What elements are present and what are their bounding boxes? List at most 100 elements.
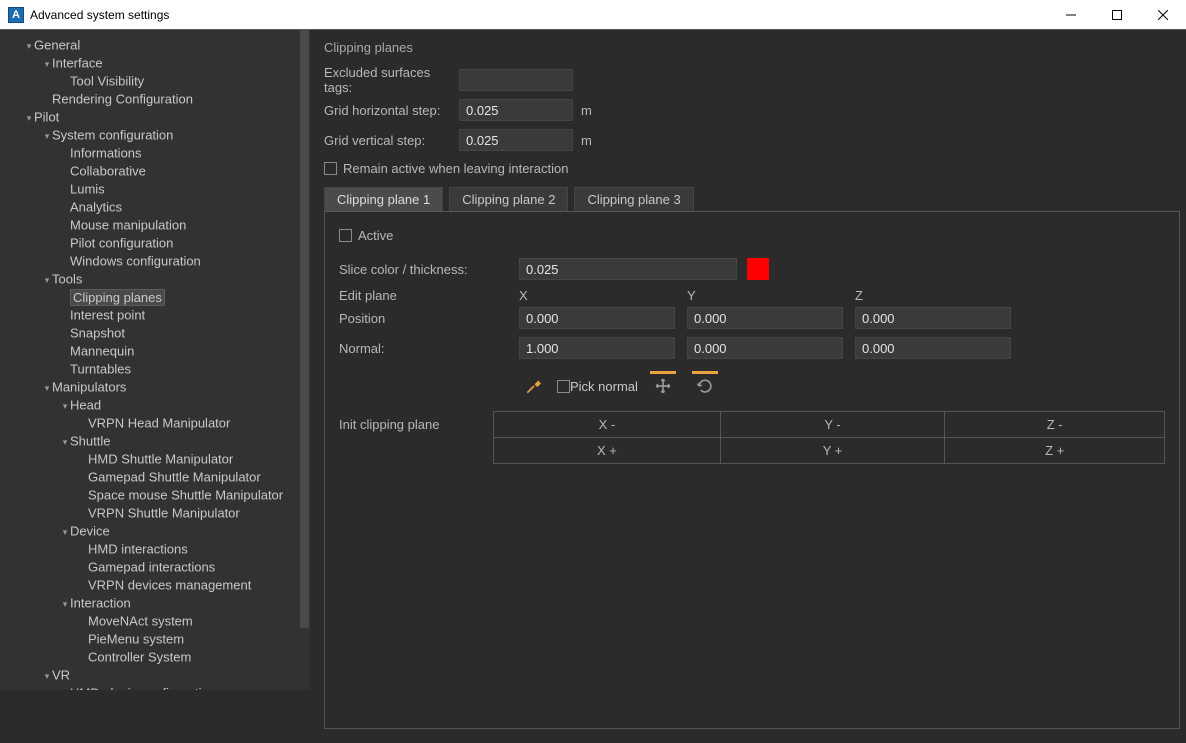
tree-item-label: Rendering Configuration — [52, 92, 193, 107]
window-title: Advanced system settings — [30, 8, 169, 22]
tree-item[interactable]: Informations — [0, 144, 310, 162]
expander-icon[interactable]: ▾ — [60, 595, 70, 613]
tree-item[interactable]: VRPN Head Manipulator — [0, 414, 310, 432]
sidebar: ▾General▾InterfaceTool VisibilityRenderi… — [0, 30, 310, 690]
tree-item[interactable]: Mouse manipulation — [0, 216, 310, 234]
init-y-minus-button[interactable]: Y - — [720, 412, 944, 438]
tree-item[interactable]: Lumis — [0, 180, 310, 198]
minimize-button[interactable] — [1048, 0, 1094, 30]
remain-active-label: Remain active when leaving interaction — [343, 161, 568, 176]
tree-item[interactable]: ▾Interaction — [0, 594, 310, 612]
tree-item-label: Collaborative — [70, 164, 146, 179]
pick-normal-checkbox[interactable] — [557, 380, 570, 393]
tree-item[interactable]: Pilot configuration — [0, 234, 310, 252]
init-z-plus-button[interactable]: Z + — [945, 438, 1165, 464]
tree-item-label: VRPN Head Manipulator — [88, 416, 230, 431]
init-x-minus-button[interactable]: X - — [494, 412, 721, 438]
expander-icon[interactable]: ▾ — [60, 523, 70, 541]
slice-color-label: Slice color / thickness: — [339, 262, 519, 277]
init-x-plus-button[interactable]: X + — [494, 438, 721, 464]
tree-item[interactable]: Turntables — [0, 360, 310, 378]
init-y-plus-button[interactable]: Y + — [720, 438, 944, 464]
tree-item[interactable]: Mannequin — [0, 342, 310, 360]
tree-item[interactable]: HMD interactions — [0, 540, 310, 558]
tab-clipping-plane-3[interactable]: Clipping plane 3 — [574, 187, 693, 211]
tree-item[interactable]: HMD Shuttle Manipulator — [0, 450, 310, 468]
expander-icon[interactable]: ▾ — [24, 109, 34, 127]
tree-item-label: Interaction — [70, 596, 131, 611]
grid-vertical-label: Grid vertical step: — [324, 133, 459, 148]
normal-x-input[interactable] — [519, 337, 675, 359]
expander-icon[interactable]: ▾ — [42, 379, 52, 397]
tree-item[interactable]: PieMenu system — [0, 630, 310, 648]
expander-icon[interactable]: ▾ — [42, 127, 52, 145]
expander-icon[interactable]: ▾ — [42, 271, 52, 289]
expander-icon[interactable]: ▾ — [24, 37, 34, 55]
position-y-input[interactable] — [687, 307, 843, 329]
tree-item[interactable]: Gamepad Shuttle Manipulator — [0, 468, 310, 486]
tree-item[interactable]: ▾Head — [0, 396, 310, 414]
grid-vertical-input[interactable] — [459, 129, 573, 151]
reset-icon[interactable] — [690, 371, 720, 401]
tree-item-label: Head — [70, 398, 101, 413]
close-button[interactable] — [1140, 0, 1186, 30]
grid-horizontal-label: Grid horizontal step: — [324, 103, 459, 118]
move-icon[interactable] — [648, 371, 678, 401]
normal-z-input[interactable] — [855, 337, 1011, 359]
tree-item[interactable]: Gamepad interactions — [0, 558, 310, 576]
tree-item[interactable]: VRPN Shuttle Manipulator — [0, 504, 310, 522]
normal-y-input[interactable] — [687, 337, 843, 359]
settings-tree[interactable]: ▾General▾InterfaceTool VisibilityRenderi… — [0, 30, 310, 690]
eyedropper-icon[interactable] — [519, 371, 549, 401]
excluded-surfaces-input[interactable] — [459, 69, 573, 91]
position-x-input[interactable] — [519, 307, 675, 329]
tree-item[interactable]: ▾Interface — [0, 54, 310, 72]
expander-icon[interactable]: ▾ — [60, 397, 70, 415]
remain-active-checkbox[interactable] — [324, 162, 337, 175]
tree-item-label: General — [34, 38, 80, 53]
tree-item[interactable]: ▾Manipulators — [0, 378, 310, 396]
init-z-minus-button[interactable]: Z - — [945, 412, 1165, 438]
tree-item[interactable]: MoveNAct system — [0, 612, 310, 630]
tree-item[interactable]: ▾Tools — [0, 270, 310, 288]
sidebar-scrollbar-thumb[interactable] — [300, 30, 309, 628]
tree-item[interactable]: ▾VR — [0, 666, 310, 684]
tree-item[interactable]: ▾Pilot — [0, 108, 310, 126]
tree-item[interactable]: Space mouse Shuttle Manipulator — [0, 486, 310, 504]
tree-item[interactable]: Tool Visibility — [0, 72, 310, 90]
tree-item[interactable]: Controller System — [0, 648, 310, 666]
tree-item[interactable]: Analytics — [0, 198, 310, 216]
grid-horizontal-input[interactable] — [459, 99, 573, 121]
tree-item-label: Snapshot — [70, 326, 125, 341]
tree-item-label: VRPN devices management — [88, 578, 251, 593]
tree-item-label: Shuttle — [70, 434, 110, 449]
pick-normal-label: Pick normal — [570, 379, 638, 394]
tab-clipping-plane-1[interactable]: Clipping plane 1 — [324, 187, 443, 211]
maximize-button[interactable] — [1094, 0, 1140, 30]
slice-color-swatch[interactable] — [747, 258, 769, 280]
expander-icon[interactable]: ▾ — [42, 667, 52, 685]
expander-icon[interactable]: ▾ — [60, 433, 70, 451]
tree-item[interactable]: Clipping planes — [0, 288, 310, 306]
tree-item-label: Gamepad interactions — [88, 560, 215, 575]
tree-item[interactable]: Collaborative — [0, 162, 310, 180]
active-label: Active — [358, 228, 393, 243]
expander-icon[interactable]: ▾ — [42, 55, 52, 73]
active-checkbox[interactable] — [339, 229, 352, 242]
slice-thickness-input[interactable] — [519, 258, 737, 280]
tree-item-label: Space mouse Shuttle Manipulator — [88, 488, 283, 503]
tree-item[interactable]: Rendering Configuration — [0, 90, 310, 108]
tree-item[interactable]: ▾Device — [0, 522, 310, 540]
tab-clipping-plane-2[interactable]: Clipping plane 2 — [449, 187, 568, 211]
sidebar-scrollbar[interactable] — [299, 30, 310, 690]
tree-item[interactable]: Windows configuration — [0, 252, 310, 270]
tree-item[interactable]: Snapshot — [0, 324, 310, 342]
tree-item[interactable]: ▾System configuration — [0, 126, 310, 144]
tree-item[interactable]: Interest point — [0, 306, 310, 324]
position-z-input[interactable] — [855, 307, 1011, 329]
tree-item[interactable]: VRPN devices management — [0, 576, 310, 594]
clipping-plane-panel: Active Slice color / thickness: Edit pla… — [324, 211, 1180, 729]
column-y: Y — [687, 288, 855, 303]
tree-item[interactable]: ▾Shuttle — [0, 432, 310, 450]
tree-item[interactable]: ▾General — [0, 36, 310, 54]
